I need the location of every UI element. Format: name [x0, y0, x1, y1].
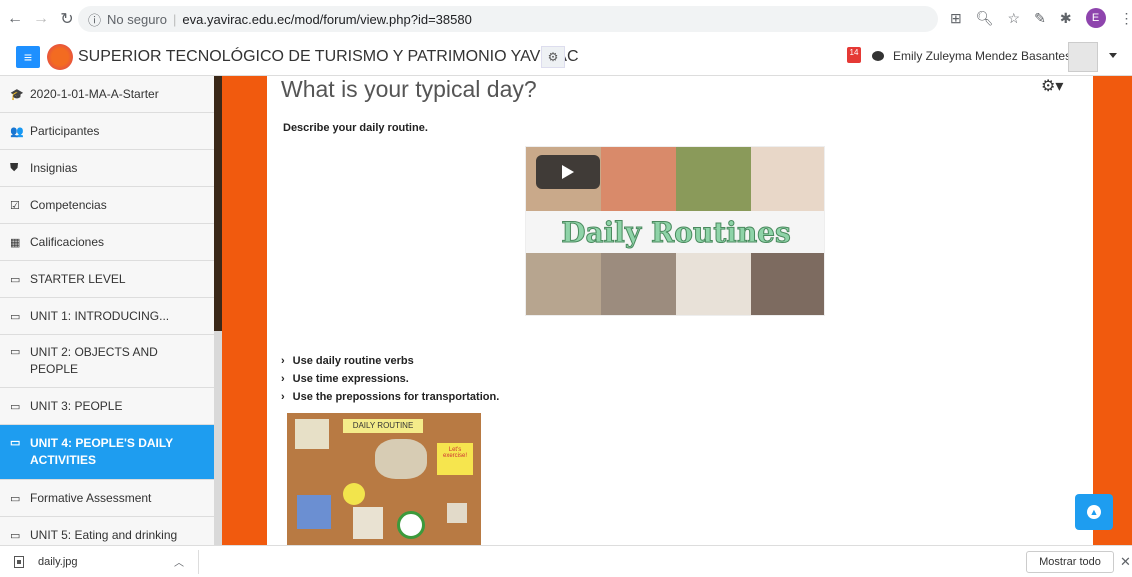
board-note: Let's exercise! — [437, 443, 473, 475]
board-sticker — [297, 495, 331, 529]
star-icon[interactable]: ☆ — [1008, 10, 1021, 27]
downloads-bar: daily.jpg ︿ Mostrar todo ✕ — [0, 545, 1132, 577]
security-label: No seguro — [107, 11, 167, 27]
page-background — [1093, 76, 1132, 545]
image-file-icon — [14, 555, 24, 568]
forum-description: Describe your daily routine. — [283, 122, 428, 134]
sidebar-item-insignias[interactable]: ⛊ Insignias — [0, 150, 215, 187]
sidebar-item-starter-level[interactable]: ▭ STARTER LEVEL — [0, 261, 215, 298]
folder-icon: ▭ — [10, 400, 21, 413]
user-menu-caret-icon[interactable] — [1109, 53, 1117, 58]
browser-toolbar: ← → ↻ ⓘ No seguro | eva.yavirac.edu.ec/m… — [0, 0, 1132, 38]
sidebar-item-label: Participantes — [30, 124, 100, 138]
site-navbar: ≡ SUPERIOR TECNOLÓGICO DE TURISMO Y PATR… — [0, 38, 1132, 76]
page-title: What is your typical day? — [281, 76, 537, 102]
folder-icon: ▭ — [10, 310, 21, 323]
sidebar-item-calificaciones[interactable]: ▦ Calificaciones — [0, 224, 215, 261]
sidebar-item-label: STARTER LEVEL — [30, 272, 126, 286]
messages-icon[interactable] — [872, 51, 884, 61]
folder-icon: ▭ — [10, 273, 21, 286]
users-icon: 👥 — [10, 125, 24, 138]
sidebar-item-label: Formative Assessment — [30, 491, 152, 505]
board-sticker — [375, 439, 427, 479]
folder-icon: ▭ — [10, 437, 21, 449]
translate-icon[interactable]: ⊞ — [950, 10, 962, 27]
sidebar-item-participantes[interactable]: 👥 Participantes — [0, 113, 215, 150]
sidebar-item-unit-3[interactable]: ▭ UNIT 3: PEOPLE — [0, 388, 215, 425]
sidebar-item-label: 2020-1-01-MA-A-Starter — [30, 87, 159, 101]
site-name[interactable]: SUPERIOR TECNOLÓGICO DE TURISMO Y PATRIM… — [78, 48, 579, 66]
folder-icon: ▭ — [10, 529, 21, 542]
sidebar-item-label: Competencias — [30, 198, 107, 212]
download-file-name: daily.jpg — [38, 555, 78, 568]
sidebar-item-unit-1[interactable]: ▭ UNIT 1: INTRODUCING... — [0, 298, 215, 335]
sidebar-item-label: UNIT 3: PEOPLE — [30, 399, 123, 413]
notification-badge[interactable]: 14 — [847, 47, 861, 63]
graduation-cap-icon: 🎓 — [10, 88, 24, 101]
sidebar-item-label: UNIT 4: PEOPLE'S DAILY ACTIVITIES — [30, 436, 173, 467]
forward-icon[interactable]: → — [30, 8, 52, 30]
folder-icon: ▭ — [10, 346, 21, 358]
settings-cog-button[interactable]: ⚙ — [541, 46, 565, 68]
checkbox-icon: ☑ — [10, 199, 20, 212]
info-icon[interactable]: ⓘ — [88, 10, 101, 29]
table-icon: ▦ — [10, 236, 21, 249]
main-content: What is your typical day? ⚙▾ Describe yo… — [267, 76, 1093, 545]
gear-icon[interactable]: ⚙▾ — [1041, 76, 1063, 96]
course-sidebar: 🎓 2020-1-01-MA-A-Starter 👥 Participantes ⛊… — [0, 76, 215, 545]
sidebar-item-label: Insignias — [30, 161, 78, 175]
user-avatar[interactable] — [1068, 42, 1098, 72]
profile-avatar[interactable]: E — [1085, 8, 1106, 28]
sidebar-item-unit-4[interactable]: ▭ UNIT 4: PEOPLE'S DAILY ACTIVITIES — [0, 425, 215, 480]
sidebar-item-competencias[interactable]: ☑ Competencias — [0, 187, 215, 224]
sidebar-item-course[interactable]: 🎓 2020-1-01-MA-A-Starter — [0, 76, 215, 113]
shield-icon: ⛊ — [10, 161, 19, 174]
scroll-to-top-button[interactable]: ▲ — [1075, 494, 1113, 530]
user-name[interactable]: Emily Zuleyma Mendez Basantes — [893, 49, 1071, 63]
url-text: eva.yavirac.edu.ec/mod/forum/view.php?id… — [182, 11, 472, 27]
board-sticker — [343, 483, 365, 505]
sidebar-item-unit-2[interactable]: ▭ UNIT 2: OBJECTS AND PEOPLE — [0, 335, 215, 388]
clock-icon — [397, 511, 425, 539]
sidebar-item-formative-assessment[interactable]: ▭ Formative Assessment — [0, 480, 215, 517]
video-embed[interactable]: Daily Routines — [525, 146, 825, 316]
list-item: Use daily routine verbs — [281, 352, 499, 370]
reload-icon[interactable]: ↻ — [56, 8, 78, 30]
menu-icon[interactable]: ⋮ — [1120, 10, 1132, 27]
divider: | — [173, 11, 177, 27]
chevron-up-icon: ▲ — [1087, 505, 1101, 519]
list-item: Use time expressions. — [281, 370, 499, 388]
show-all-button[interactable]: Mostrar todo — [1026, 551, 1114, 573]
folder-icon: ▭ — [10, 492, 21, 505]
board-title: DAILY ROUTINE — [343, 419, 423, 433]
objectives-list: Use daily routine verbs Use time express… — [281, 352, 500, 406]
sidebar-item-unit-5[interactable]: ▭ UNIT 5: Eating and drinking — [0, 517, 215, 545]
chevron-up-icon[interactable]: ︿ — [174, 554, 184, 569]
hamburger-menu-button[interactable]: ≡ — [16, 46, 40, 68]
list-item: Use the prepossions for transportation. — [281, 388, 500, 406]
board-sticker — [295, 419, 329, 449]
board-sticker — [447, 503, 467, 523]
download-item[interactable]: daily.jpg ︿ — [14, 549, 199, 574]
sidebar-item-label: Calificaciones — [30, 235, 105, 249]
video-title: Daily Routines — [561, 215, 792, 249]
puzzle-icon[interactable]: ✱ — [1060, 10, 1072, 27]
board-sticker — [353, 507, 383, 539]
sidebar-item-label: UNIT 1: INTRODUCING... — [30, 309, 170, 323]
daily-routine-image: DAILY ROUTINE Let's exercise! — [287, 413, 481, 545]
play-button[interactable] — [536, 155, 600, 189]
sidebar-scrollbar-thumb[interactable] — [214, 76, 222, 331]
extension-icon[interactable]: ✎ — [1034, 10, 1046, 27]
sidebar-item-label: UNIT 5: Eating and drinking — [30, 528, 178, 542]
sidebar-item-label: UNIT 2: OBJECTS AND PEOPLE — [30, 345, 158, 376]
zoom-icon[interactable]: 🔍︎ — [976, 10, 994, 27]
address-bar[interactable]: ⓘ No seguro | eva.yavirac.edu.ec/mod/for… — [78, 6, 938, 32]
close-icon[interactable]: ✕ — [1120, 554, 1131, 570]
back-icon[interactable]: ← — [4, 8, 26, 30]
video-photo-row — [526, 253, 824, 315]
page-background — [222, 76, 267, 545]
site-logo[interactable] — [47, 44, 73, 70]
